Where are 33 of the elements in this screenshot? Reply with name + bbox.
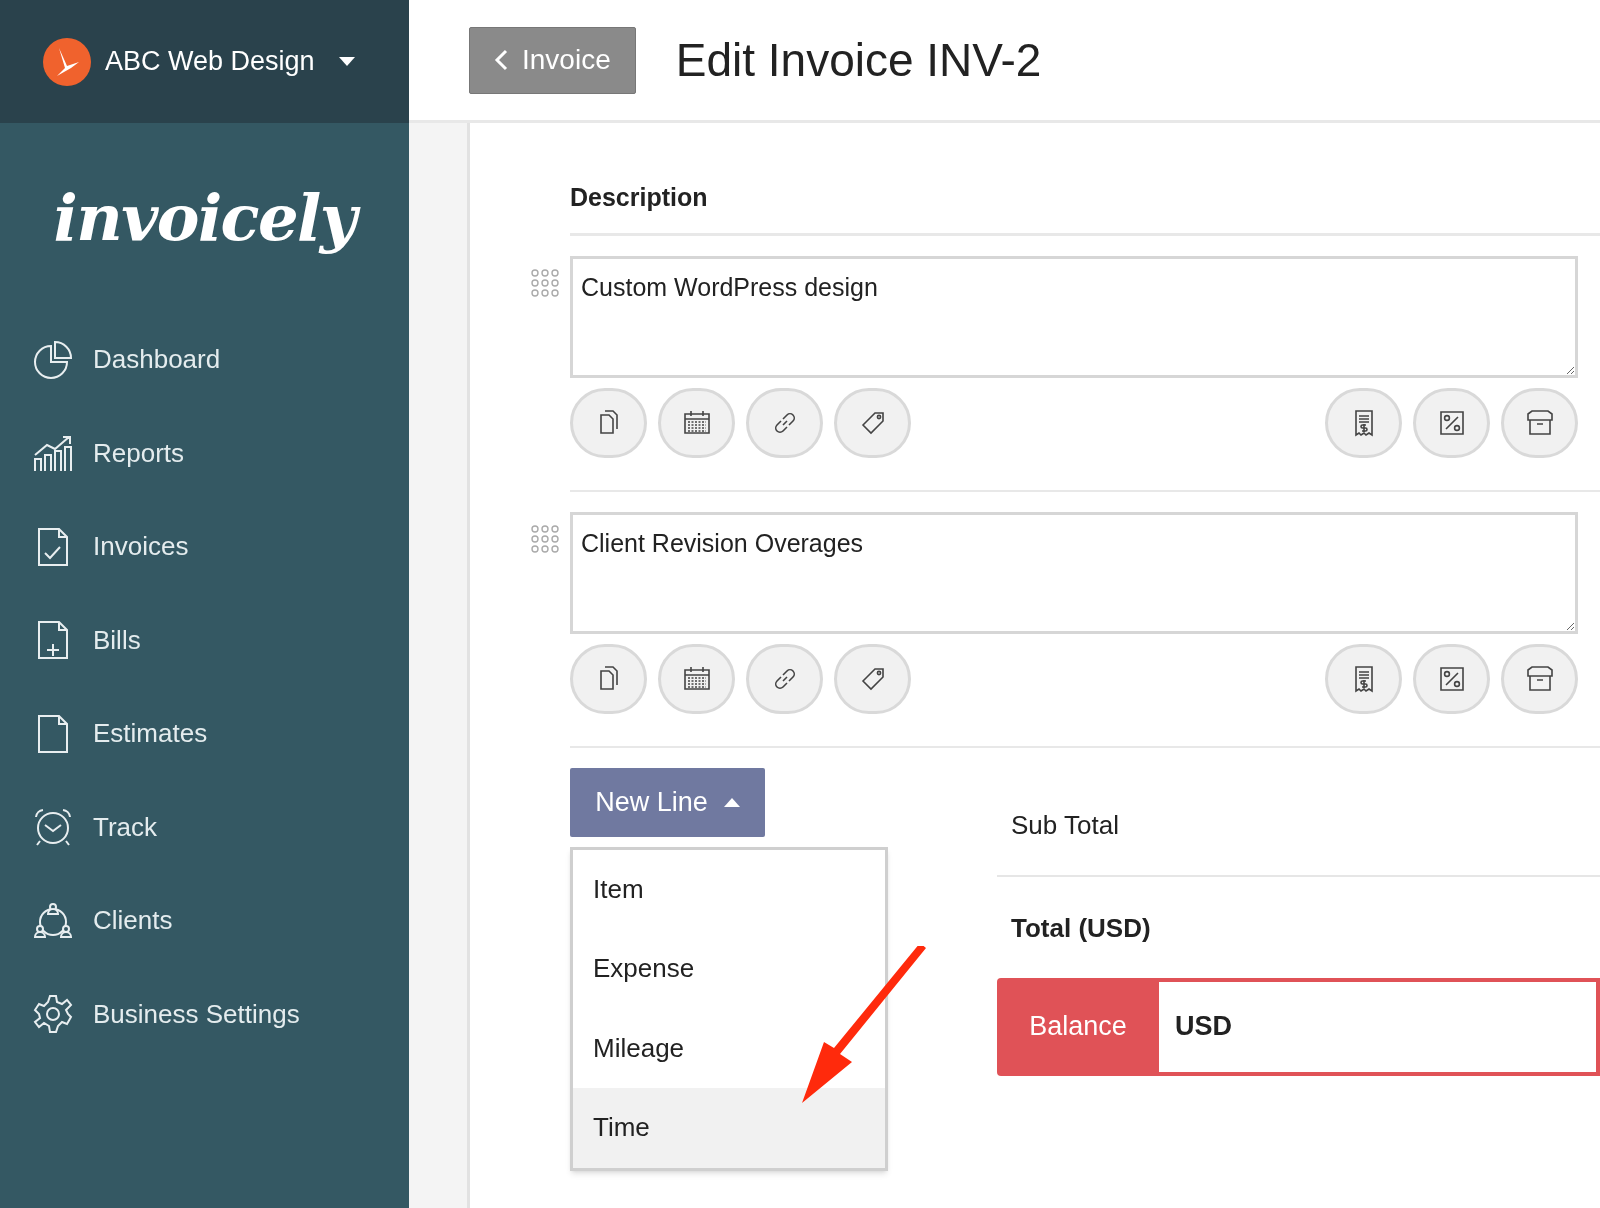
menu-item[interactable]: Item bbox=[573, 849, 885, 929]
caret-up-icon bbox=[723, 797, 740, 807]
sidebar-item[interactable]: Reports bbox=[0, 406, 409, 500]
people-icon bbox=[33, 900, 73, 941]
menu-item[interactable]: Time bbox=[573, 1088, 885, 1168]
balance-label: Balance bbox=[1028, 1010, 1128, 1044]
balance-currency: USD bbox=[1159, 981, 1596, 1072]
sidebar-item[interactable]: Clients bbox=[0, 874, 409, 968]
back-button[interactable]: Invoice bbox=[469, 26, 636, 94]
description-field[interactable]: Custom WordPress design bbox=[570, 255, 1578, 378]
column-heading: Description bbox=[570, 179, 1600, 236]
page-title: Edit Invoice INV-2 bbox=[675, 32, 1042, 88]
total-label: Total (USD) bbox=[1010, 911, 1152, 945]
sidebar-item[interactable]: Invoices bbox=[0, 500, 409, 594]
sidebar-item[interactable]: Dashboard bbox=[0, 313, 409, 407]
account-name[interactable]: ABC Web Design bbox=[105, 41, 315, 82]
sub-total-label: Sub Total bbox=[997, 805, 1600, 877]
description-field[interactable]: Client Revision Overages bbox=[570, 511, 1578, 634]
menu-item[interactable]: Mileage bbox=[573, 1008, 885, 1088]
menu-item[interactable]: Expense bbox=[573, 929, 885, 1009]
alarm-clock-icon bbox=[33, 807, 73, 848]
sidebar-item[interactable]: Business Settings bbox=[0, 967, 409, 1061]
new-line-button[interactable]: New Line bbox=[570, 767, 765, 837]
sidebar-item[interactable]: Bills bbox=[0, 593, 409, 687]
chevron-left-icon bbox=[494, 49, 508, 71]
pie-chart-icon bbox=[33, 339, 73, 380]
drag-handle-icon[interactable] bbox=[530, 267, 560, 298]
sidebar-item[interactable]: Estimates bbox=[0, 687, 409, 781]
caret-down-icon[interactable] bbox=[338, 56, 355, 67]
sidebar-item[interactable]: Track bbox=[0, 780, 409, 874]
settings-icon bbox=[33, 994, 73, 1035]
bar-chart-icon bbox=[33, 433, 73, 474]
drag-handle-icon[interactable] bbox=[530, 523, 560, 554]
